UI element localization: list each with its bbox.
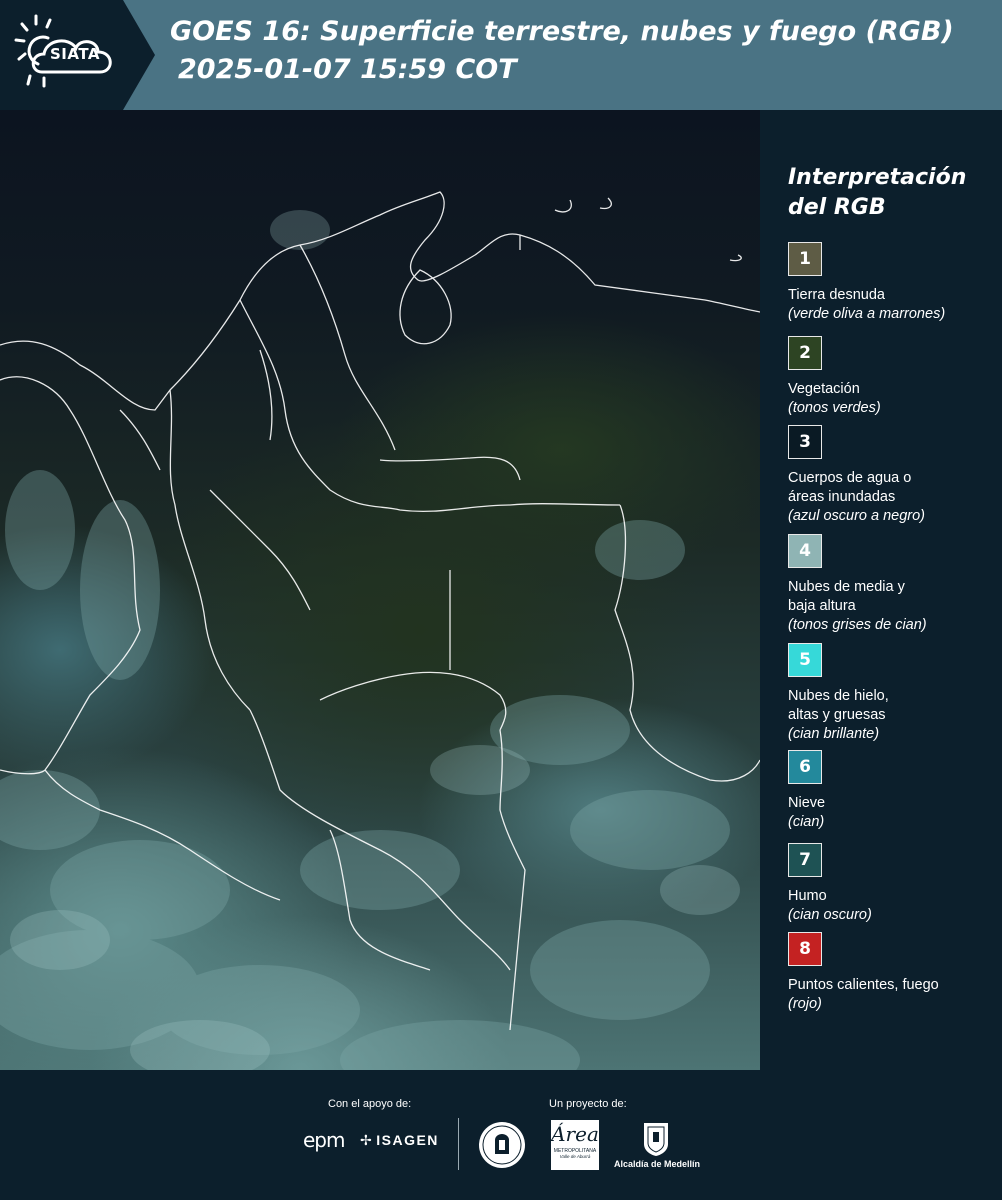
- legend-note: (rojo): [788, 996, 822, 1012]
- legend-note: (cian): [788, 814, 825, 830]
- alcaldia-label: Alcaldía de Medellín: [613, 1159, 701, 1169]
- legend-label-line1: Nubes de hielo,: [788, 688, 889, 704]
- area-logo-script: Área: [551, 1122, 599, 1146]
- university-seal-icon: [479, 1122, 525, 1168]
- rgb-legend: Interpretación del RGB 1 Tierra desnuda …: [760, 110, 1002, 1070]
- medellin-crest-icon: [644, 1123, 668, 1156]
- legend-number: 1: [799, 249, 811, 269]
- legend-label: Vegetación: [788, 381, 860, 397]
- legend-item-smoke: 7 Humo (cian oscuro): [788, 843, 998, 925]
- satellite-image: [0, 110, 760, 1070]
- legend-label-line2: altas y gruesas: [788, 707, 886, 723]
- legend-number: 8: [799, 939, 811, 959]
- legend-label: Nubes de hielo, altas y gruesas: [788, 687, 998, 725]
- legend-note: (tonos verdes): [788, 400, 881, 416]
- boundary-lines: [0, 191, 760, 1070]
- legend-note: (azul oscuro a negro): [788, 508, 926, 524]
- legend-swatch: 2: [788, 336, 822, 370]
- support-label: Con el apoyo de:: [328, 1098, 412, 1110]
- legend-title-line1: Interpretación: [788, 165, 967, 190]
- header-bar: SIATA GOES 16: Superficie terrestre, nub…: [0, 0, 1002, 110]
- area-logo-caption2: Valle de Aburrá: [559, 1154, 591, 1159]
- legend-swatch: 1: [788, 242, 822, 276]
- legend-swatch: 7: [788, 843, 822, 877]
- footer: Con el apoyo de: epm ✢ ISAGEN Un proyecto…: [0, 1070, 1002, 1200]
- legend-label: Nubes de media y baja altura: [788, 578, 998, 616]
- legend-item-mid-low-clouds: 4 Nubes de media y baja altura (tonos gr…: [788, 534, 998, 635]
- legend-item-bare-soil: 1 Tierra desnuda (verde oliva a marrones…: [788, 242, 998, 324]
- legend-item-ice-clouds: 5 Nubes de hielo, altas y gruesas (cian …: [788, 643, 998, 744]
- legend-note: (cian oscuro): [788, 907, 872, 923]
- image-datetime: 2025-01-07 15:59 COT: [178, 54, 517, 85]
- legend-item-vegetation: 2 Vegetación (tonos verdes): [788, 336, 998, 418]
- siata-logo: SIATA: [0, 0, 155, 110]
- legend-swatch: 4: [788, 534, 822, 568]
- legend-label-line2: áreas inundadas: [788, 489, 896, 505]
- project-label: Un proyecto de:: [549, 1098, 627, 1110]
- legend-item-water: 3 Cuerpos de agua o áreas inundadas (azu…: [788, 425, 998, 526]
- legend-swatch: 6: [788, 750, 822, 784]
- footer-divider: [458, 1118, 459, 1170]
- legend-title: Interpretación del RGB: [788, 163, 988, 223]
- page-title: GOES 16: Superficie terrestre, nubes y f…: [170, 16, 954, 47]
- legend-label-line1: Nubes de media y: [788, 579, 905, 595]
- legend-swatch: 5: [788, 643, 822, 677]
- legend-item-snow: 6 Nieve (cian): [788, 750, 998, 832]
- legend-number: 5: [799, 650, 811, 670]
- legend-label-line2: baja altura: [788, 598, 856, 614]
- isagen-mark-icon: ✢: [360, 1132, 374, 1148]
- legend-item-fire: 8 Puntos calientes, fuego (rojo): [788, 932, 998, 1014]
- epm-logo: epm: [303, 1128, 345, 1152]
- legend-swatch: 3: [788, 425, 822, 459]
- legend-label-line1: Cuerpos de agua o: [788, 470, 912, 486]
- legend-number: 6: [799, 757, 811, 777]
- isagen-logo: ✢ ISAGEN: [360, 1132, 439, 1149]
- legend-swatch: 8: [788, 932, 822, 966]
- legend-number: 4: [799, 541, 811, 561]
- legend-number: 7: [799, 850, 811, 870]
- legend-label: Tierra desnuda: [788, 287, 885, 303]
- legend-label: Nieve: [788, 795, 826, 811]
- legend-note: (verde oliva a marrones): [788, 306, 946, 322]
- legend-number: 3: [799, 432, 811, 452]
- isagen-label: ISAGEN: [376, 1132, 439, 1148]
- legend-number: 2: [799, 343, 811, 363]
- legend-label: Cuerpos de agua o áreas inundadas: [788, 469, 998, 507]
- logo-text: SIATA: [50, 45, 101, 63]
- area-metropolitana-logo: Área METROPOLITANA Valle de Aburrá: [551, 1120, 599, 1170]
- legend-note: (tonos grises de cian): [788, 617, 927, 633]
- legend-label: Humo: [788, 888, 827, 904]
- legend-label: Puntos calientes, fuego: [788, 977, 939, 993]
- legend-note: (cian brillante): [788, 726, 880, 742]
- legend-title-line2: del RGB: [788, 195, 886, 220]
